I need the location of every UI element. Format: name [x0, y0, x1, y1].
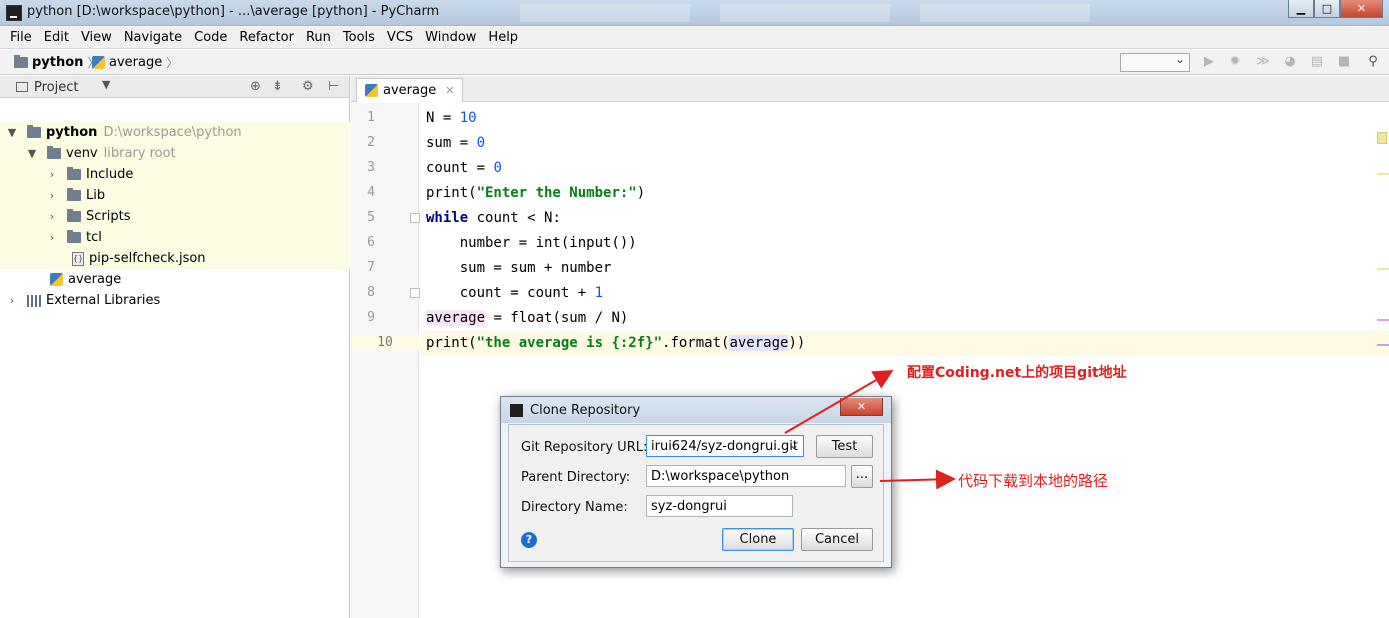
pycharm-window: python [D:\workspace\python] - ...\avera…	[0, 0, 1389, 618]
arrow-to-url-annotation	[784, 369, 894, 434]
arrow-to-path-annotation	[879, 469, 956, 490]
annotation-local-path: 代码下载到本地的路径	[958, 472, 1109, 490]
annotation-arrows	[784, 369, 956, 490]
annotation-git-url: 配置Coding.net上的项目git地址	[907, 365, 1127, 381]
